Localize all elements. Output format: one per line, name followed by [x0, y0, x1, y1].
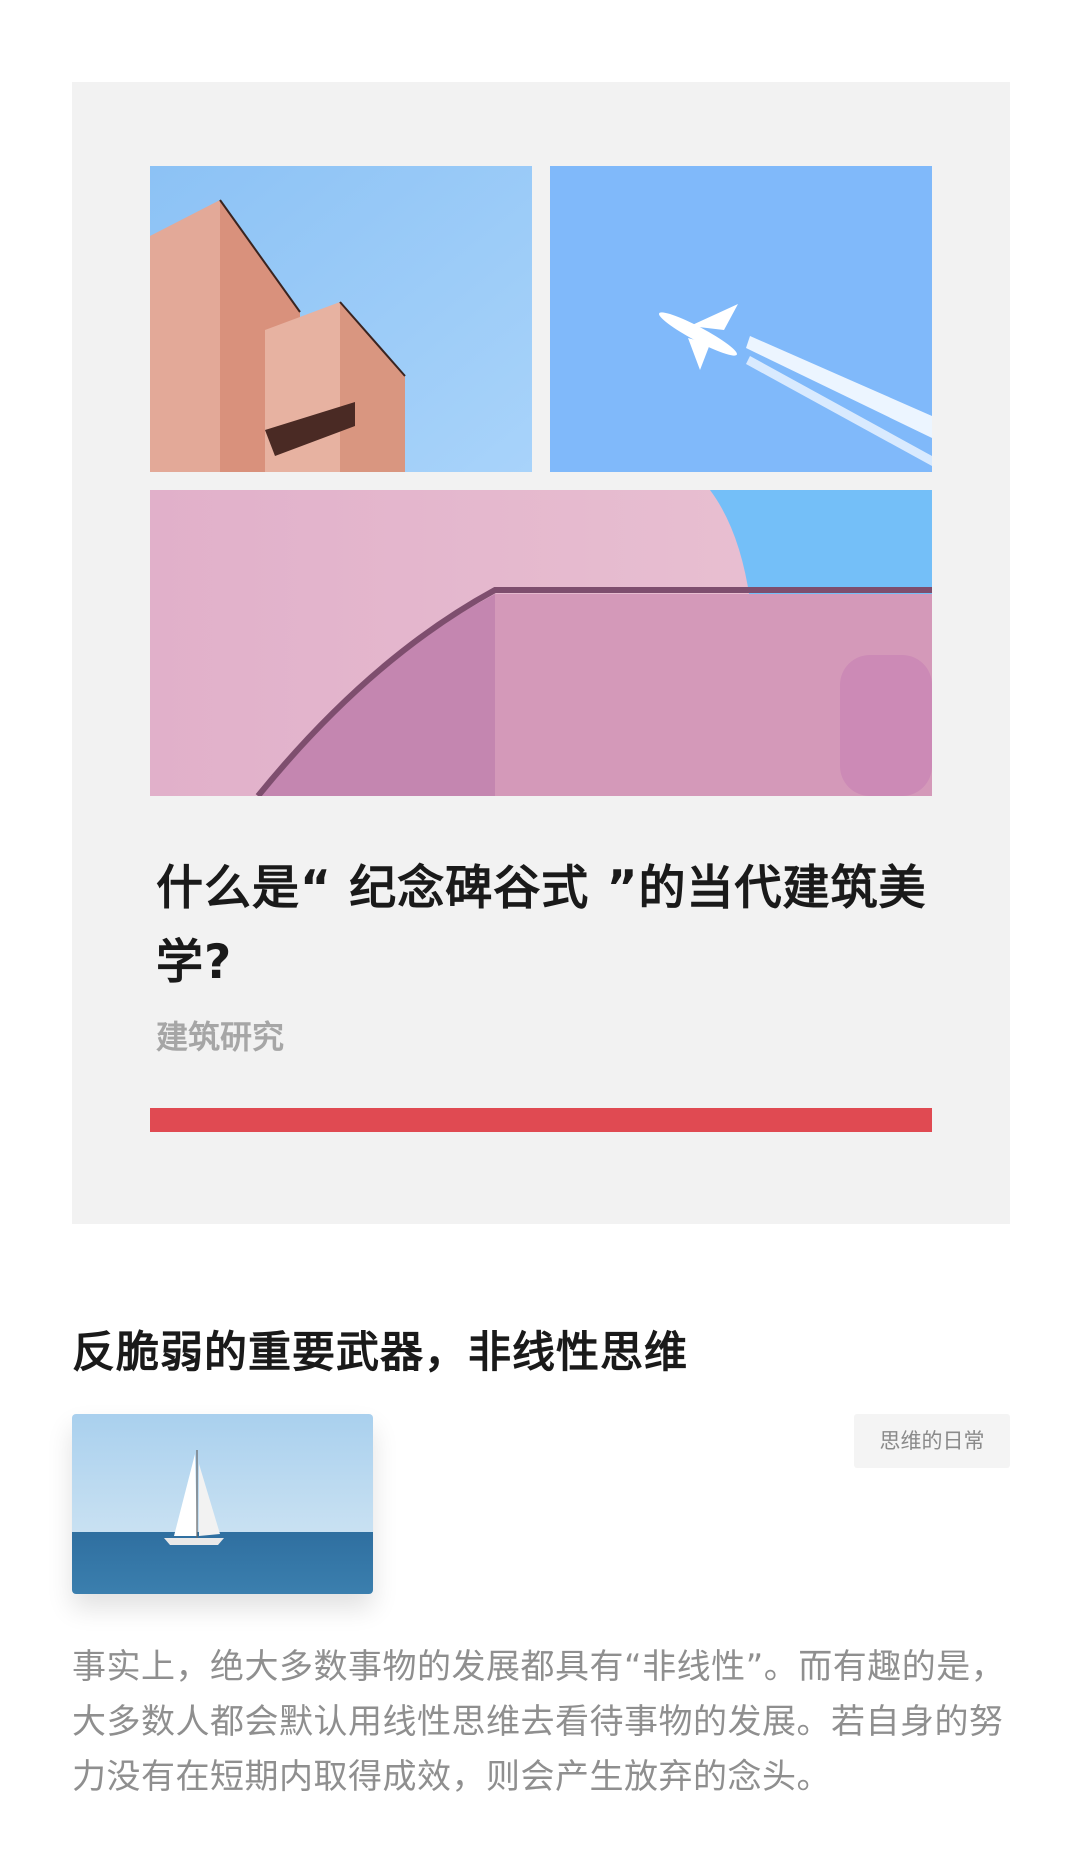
feature-card[interactable]: 什么是“ 纪念碑谷式 ”的当代建筑美学? 建筑研究: [72, 82, 1010, 1224]
pink-architecture-image[interactable]: [150, 490, 932, 796]
airplane-photo: [550, 166, 932, 472]
building-photo: [150, 166, 532, 472]
article-excerpt: 事实上，绝大多数事物的发展都具有“非线性”。而有趣的是，大多数人都会默认用线性思…: [72, 1647, 1006, 1797]
sailboat-photo: [72, 1414, 373, 1594]
page: 什么是“ 纪念碑谷式 ”的当代建筑美学? 建筑研究 反脆弱的重要武器，非线性思维: [0, 0, 1080, 1850]
category-tag[interactable]: 思维的日常: [854, 1414, 1010, 1468]
article-title[interactable]: 反脆弱的重要武器，非线性思维: [72, 1318, 688, 1380]
building-image[interactable]: [150, 166, 532, 472]
accent-bar: [150, 1108, 932, 1132]
feature-title[interactable]: 什么是“ 纪念碑谷式 ”的当代建筑美学?: [156, 852, 936, 1000]
article-thumbnail[interactable]: [72, 1414, 373, 1594]
pink-architecture-photo: [150, 490, 932, 796]
airplane-image[interactable]: [550, 166, 932, 472]
feature-category: 建筑研究: [156, 1018, 285, 1056]
